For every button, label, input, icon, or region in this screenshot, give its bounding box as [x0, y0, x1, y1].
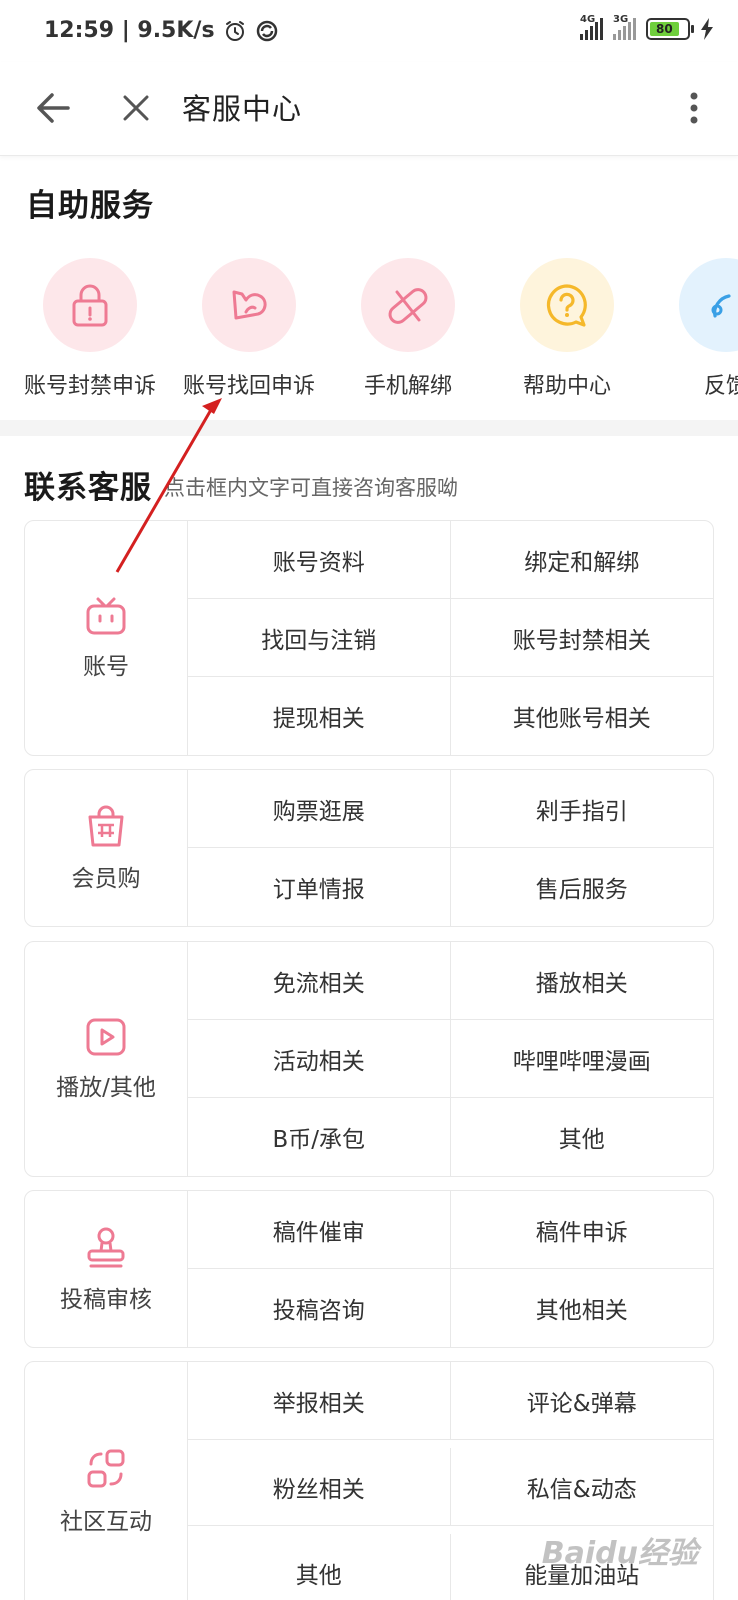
category-member-shop: 会员购	[25, 770, 188, 926]
contact-group-playback-other: 播放/其他 免流相关 播放相关 活动相关 哔哩哔哩漫画 B币/承包 其他	[24, 941, 714, 1177]
section-divider	[0, 420, 738, 436]
self-service-row[interactable]: 账号封禁申诉 账号找回申诉 手机解绑 帮助中心 反馈	[0, 258, 738, 408]
close-icon	[123, 95, 149, 121]
topic-item[interactable]: 其他	[188, 1534, 451, 1600]
contact-subtitle: 点击框内文字可直接咨询客服呦	[164, 476, 458, 500]
topic-grid: 账号资料 绑定和解绑 找回与注销 账号封禁相关 提现相关 其他账号相关	[188, 521, 713, 755]
topic-item[interactable]: 稿件催审	[188, 1191, 451, 1269]
topic-item[interactable]: 举报相关	[188, 1362, 451, 1440]
topic-item[interactable]: 评论&弹幕	[450, 1362, 713, 1440]
category-label: 会员购	[71, 866, 141, 892]
self-service-title: 自助服务	[26, 188, 154, 224]
topic-grid: 购票逛展 剁手指引 订单情报 售后服务	[188, 770, 713, 926]
service-label: 反馈	[703, 374, 738, 399]
topic-item[interactable]: 播放相关	[450, 942, 713, 1020]
service-icon-circle	[520, 258, 614, 352]
topic-item[interactable]: 找回与注销	[188, 599, 451, 677]
page-title: 客服中心	[182, 92, 303, 126]
shopping-bag-icon	[88, 805, 124, 847]
topic-item[interactable]: 账号资料	[188, 521, 451, 599]
service-icon-circle	[43, 258, 137, 352]
service-item-phone-unbind[interactable]: 手机解绑	[328, 258, 488, 400]
category-community: 社区互动	[25, 1362, 188, 1600]
topic-item[interactable]: 其他相关	[451, 1269, 714, 1347]
stamp-icon	[87, 1227, 125, 1268]
return-arrow-icon	[232, 290, 267, 320]
service-label: 帮助中心	[522, 374, 611, 399]
category-submission-review: 投稿审核	[25, 1191, 188, 1347]
service-item-help-center[interactable]: 帮助中心	[487, 258, 647, 400]
signal-3g-icon: 3G	[613, 14, 636, 40]
play-icon	[86, 1018, 126, 1056]
service-icon-circle	[679, 258, 738, 352]
contact-group-member-shop: 会员购 购票逛展 剁手指引 订单情报 售后服务	[24, 769, 714, 927]
topic-item[interactable]: 活动相关	[188, 1020, 451, 1098]
topic-item[interactable]: 剁手指引	[450, 770, 713, 848]
battery-level: 80	[650, 22, 679, 36]
topic-item[interactable]: 提现相关	[188, 677, 451, 755]
service-label: 账号找回申诉	[182, 374, 315, 399]
back-button[interactable]	[30, 84, 78, 132]
close-button[interactable]	[112, 84, 160, 132]
more-vertical-icon	[690, 92, 698, 124]
topic-item[interactable]: 订单情报	[188, 848, 451, 926]
alarm-icon	[225, 20, 244, 41]
topic-item[interactable]: B币/承包	[188, 1098, 451, 1176]
category-label: 投稿审核	[60, 1287, 152, 1313]
status-bar: 12:59 | 9.5K/s 4G 3G 80	[0, 0, 738, 62]
topic-item[interactable]: 其他	[451, 1098, 714, 1176]
topic-item[interactable]: 绑定和解绑	[450, 521, 713, 599]
category-label: 账号	[83, 654, 129, 680]
status-right: 4G 3G 80	[580, 14, 714, 40]
status-time-speed: 12:59 | 9.5K/s	[44, 18, 215, 43]
help-bubble-icon	[546, 284, 587, 327]
topic-item[interactable]: 账号封禁相关	[450, 599, 713, 677]
service-item-account-ban-appeal[interactable]: 账号封禁申诉	[10, 258, 170, 400]
topic-item[interactable]: 哔哩哔哩漫画	[450, 1020, 713, 1098]
sync-icon	[256, 20, 277, 41]
lock-icon	[72, 284, 108, 327]
topic-item[interactable]: 粉丝相关	[188, 1448, 451, 1526]
contact-group-account: 账号 账号资料 绑定和解绑 找回与注销 账号封禁相关 提现相关 其他账号相关	[24, 520, 714, 756]
feedback-icon	[711, 294, 731, 318]
more-button[interactable]	[674, 84, 714, 132]
battery-icon: 80	[646, 18, 694, 40]
topic-item[interactable]: 其他账号相关	[451, 677, 714, 755]
service-icon-circle	[202, 258, 296, 352]
arrow-left-icon	[37, 93, 70, 123]
topic-item[interactable]: 售后服务	[451, 848, 714, 926]
community-icon	[87, 1449, 125, 1488]
service-icon-circle	[361, 258, 455, 352]
status-left: 12:59 | 9.5K/s	[44, 18, 279, 43]
unlink-icon	[388, 288, 428, 324]
topic-item[interactable]: 私信&动态	[450, 1448, 713, 1526]
topic-grid: 免流相关 播放相关 活动相关 哔哩哔哩漫画 B币/承包 其他	[188, 942, 713, 1176]
topic-item[interactable]: 免流相关	[188, 942, 451, 1020]
topic-item[interactable]: 购票逛展	[188, 770, 451, 848]
signal-4g-icon: 4G	[580, 14, 603, 40]
category-account: 账号	[25, 521, 188, 755]
service-item-feedback[interactable]: 反馈	[646, 258, 738, 400]
watermark-logo: Baidu经验	[541, 1536, 698, 1571]
charging-icon	[701, 18, 713, 40]
category-label: 社区互动	[60, 1509, 152, 1535]
topic-grid: 稿件催审 稿件申诉 投稿咨询 其他相关	[188, 1191, 713, 1347]
service-item-account-recover-appeal[interactable]: 账号找回申诉	[169, 258, 329, 400]
category-label: 播放/其他	[56, 1075, 156, 1101]
service-label: 账号封禁申诉	[23, 374, 156, 399]
title-bar: 客服中心	[0, 62, 738, 156]
service-label: 手机解绑	[363, 374, 452, 399]
contact-group-submission-review: 投稿审核 稿件催审 稿件申诉 投稿咨询 其他相关	[24, 1190, 714, 1348]
tv-icon	[86, 597, 126, 635]
topic-item[interactable]: 投稿咨询	[188, 1269, 451, 1347]
topic-item[interactable]: 稿件申诉	[450, 1191, 713, 1269]
contact-title: 联系客服	[24, 470, 152, 506]
category-playback-other: 播放/其他	[25, 942, 188, 1176]
